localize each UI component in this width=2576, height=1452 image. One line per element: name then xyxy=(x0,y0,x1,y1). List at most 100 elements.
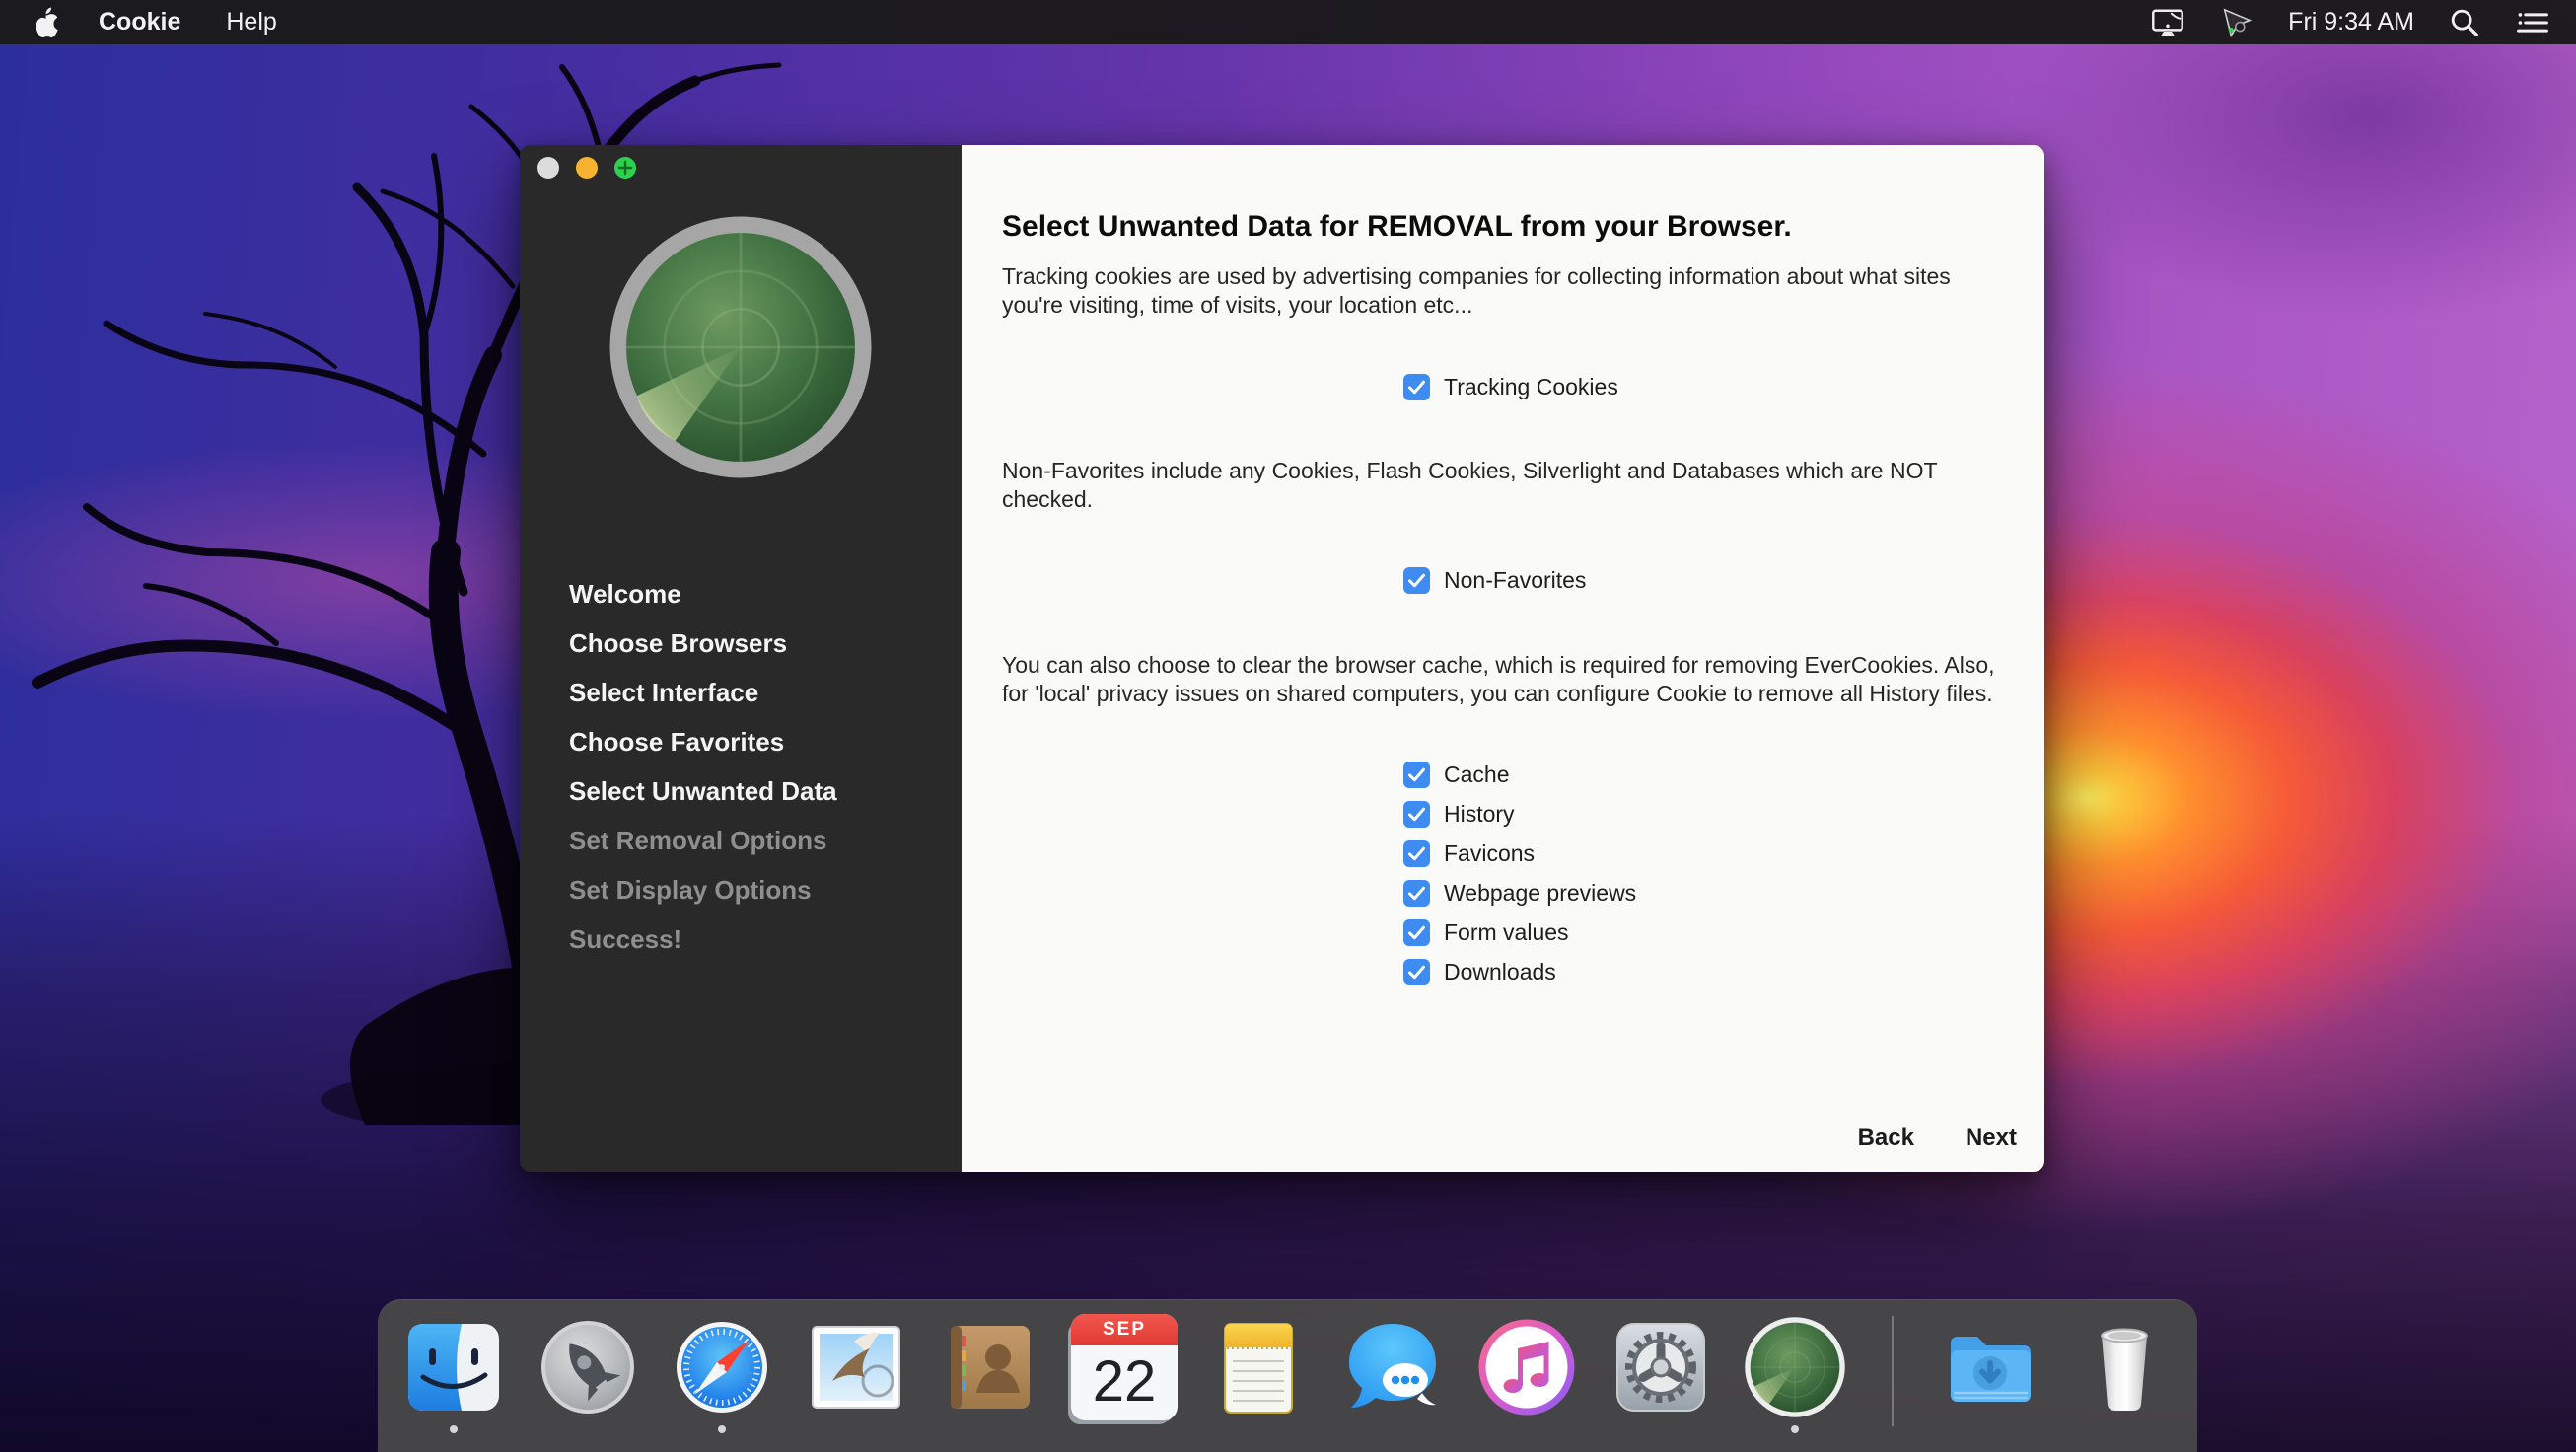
calendar-month: SEP xyxy=(1071,1314,1178,1345)
wizard-footer: Back Next xyxy=(1858,1125,2017,1152)
cookie-radar-icon xyxy=(1742,1314,1848,1420)
checkbox-label: Form values xyxy=(1444,919,1569,946)
downloads-folder-icon xyxy=(1937,1314,2043,1420)
dock-item-calendar[interactable]: SEP 22 xyxy=(1071,1314,1178,1433)
history-checkbox[interactable] xyxy=(1403,801,1430,828)
step-set-removal-options[interactable]: Set Removal Options xyxy=(569,816,837,865)
cache-description: You can also choose to clear the browser… xyxy=(1002,651,2008,708)
wizard-content: Select Unwanted Data for REMOVAL from yo… xyxy=(962,145,2044,1172)
checkbox-label: Tracking Cookies xyxy=(1444,374,1618,400)
webpage-previews-checkbox[interactable] xyxy=(1403,880,1430,907)
safari-icon xyxy=(669,1314,775,1420)
menu-clock[interactable]: Fri 9:34 AM xyxy=(2288,8,2414,36)
dock-item-notes[interactable] xyxy=(1205,1314,1312,1433)
tracking-description: Tracking cookies are used by advertising… xyxy=(1002,262,2008,320)
checkbox-label: History xyxy=(1444,801,1515,828)
notes-icon xyxy=(1205,1314,1312,1420)
window-controls xyxy=(537,157,636,179)
minimize-button[interactable] xyxy=(576,157,598,179)
step-choose-browsers[interactable]: Choose Browsers xyxy=(569,618,837,668)
radar-logo-icon xyxy=(605,211,877,483)
cache-row: Cache xyxy=(1403,755,1509,794)
history-row: History xyxy=(1403,794,1515,834)
check-icon xyxy=(1406,570,1427,591)
dock-item-system-preferences[interactable] xyxy=(1608,1314,1714,1433)
dock-item-messages[interactable] xyxy=(1339,1314,1446,1433)
finder-icon xyxy=(400,1314,507,1420)
dock-item-launchpad[interactable] xyxy=(535,1314,641,1433)
downloads-row: Downloads xyxy=(1403,952,1556,991)
checkbox-label: Downloads xyxy=(1444,959,1556,985)
mail-icon xyxy=(803,1314,909,1420)
running-indicator xyxy=(1791,1425,1799,1433)
app-menu-title[interactable]: Cookie xyxy=(99,8,180,36)
dock-separator xyxy=(1892,1316,1894,1426)
step-select-interface[interactable]: Select Interface xyxy=(569,668,837,717)
checkbox-label: Webpage previews xyxy=(1444,880,1636,907)
cookie-wizard-window: Welcome Choose Browsers Select Interface… xyxy=(520,145,2044,1172)
dock-item-trash[interactable] xyxy=(2071,1314,2178,1433)
launchpad-icon xyxy=(535,1314,641,1420)
form-values-checkbox[interactable] xyxy=(1403,919,1430,946)
favicons-checkbox[interactable] xyxy=(1403,840,1430,867)
checkbox-label: Non-Favorites xyxy=(1444,567,1586,594)
wizard-steps: Welcome Choose Browsers Select Interface… xyxy=(569,569,837,964)
notification-center-icon[interactable] xyxy=(2515,6,2550,39)
favicons-row: Favicons xyxy=(1403,834,1535,873)
spotlight-search-icon[interactable] xyxy=(2448,6,2481,39)
calendar-day: 22 xyxy=(1071,1345,1178,1418)
cursor-tracker-icon[interactable] xyxy=(2219,6,2254,39)
display-status-icon[interactable] xyxy=(2150,6,2185,39)
zoom-button[interactable] xyxy=(614,157,636,179)
check-icon xyxy=(1406,962,1427,982)
form-values-row: Form values xyxy=(1403,912,1569,952)
contacts-icon xyxy=(937,1314,1043,1420)
dock-item-itunes[interactable] xyxy=(1473,1314,1580,1433)
running-indicator xyxy=(718,1425,726,1433)
tracking-cookies-row: Tracking Cookies xyxy=(1403,367,1618,406)
check-icon xyxy=(1406,764,1427,785)
dock-item-downloads[interactable] xyxy=(1937,1314,2043,1433)
dock-item-finder[interactable] xyxy=(400,1314,507,1433)
messages-icon xyxy=(1339,1314,1446,1420)
dock-item-contacts[interactable] xyxy=(937,1314,1043,1433)
apple-icon xyxy=(32,6,61,39)
dock-item-cookie[interactable] xyxy=(1742,1314,1848,1433)
itunes-icon xyxy=(1473,1314,1580,1420)
next-button[interactable]: Next xyxy=(1966,1125,2017,1152)
check-icon xyxy=(1406,377,1427,398)
apple-menu[interactable] xyxy=(32,6,61,39)
menu-help[interactable]: Help xyxy=(226,8,276,36)
dock-item-mail[interactable] xyxy=(803,1314,909,1433)
step-set-display-options[interactable]: Set Display Options xyxy=(569,865,837,914)
step-select-unwanted-data[interactable]: Select Unwanted Data xyxy=(569,766,837,816)
checkbox-label: Cache xyxy=(1444,762,1509,788)
close-button[interactable] xyxy=(537,157,559,179)
plus-icon xyxy=(614,157,636,179)
running-indicator xyxy=(450,1425,458,1433)
downloads-checkbox[interactable] xyxy=(1403,959,1430,985)
check-icon xyxy=(1406,922,1427,943)
back-button[interactable]: Back xyxy=(1858,1125,1914,1152)
wizard-sidebar: Welcome Choose Browsers Select Interface… xyxy=(520,145,962,1172)
step-success[interactable]: Success! xyxy=(569,914,837,964)
trash-icon xyxy=(2071,1314,2178,1420)
non-favorites-checkbox[interactable] xyxy=(1403,567,1430,594)
calendar-icon: SEP 22 xyxy=(1071,1314,1178,1420)
check-icon xyxy=(1406,843,1427,864)
checkbox-label: Favicons xyxy=(1444,840,1535,867)
system-preferences-icon xyxy=(1608,1314,1714,1420)
cache-checkbox[interactable] xyxy=(1403,762,1430,788)
check-icon xyxy=(1406,883,1427,904)
menu-bar: Cookie Help Fri 9:34 AM xyxy=(0,0,2576,44)
step-welcome[interactable]: Welcome xyxy=(569,569,837,618)
webpage-previews-row: Webpage previews xyxy=(1403,873,1636,912)
dock: SEP 22 xyxy=(378,1299,2197,1452)
nonfavorites-description: Non-Favorites include any Cookies, Flash… xyxy=(1002,457,2008,514)
step-choose-favorites[interactable]: Choose Favorites xyxy=(569,717,837,766)
tracking-cookies-checkbox[interactable] xyxy=(1403,374,1430,400)
page-title: Select Unwanted Data for REMOVAL from yo… xyxy=(1002,210,1792,244)
dock-item-safari[interactable] xyxy=(669,1314,775,1433)
non-favorites-row: Non-Favorites xyxy=(1403,560,1586,600)
check-icon xyxy=(1406,804,1427,825)
